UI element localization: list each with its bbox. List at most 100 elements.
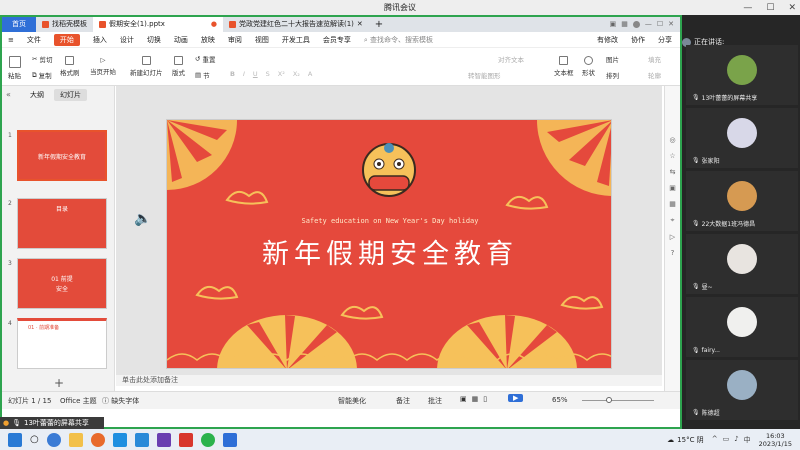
smartart-button[interactable]: 转智能图形 bbox=[468, 70, 501, 80]
comments-button[interactable]: 批注 bbox=[428, 396, 442, 406]
slide-thumbnail-2[interactable]: 目录 bbox=[17, 198, 107, 249]
textbox-button[interactable]: 文本框 bbox=[554, 56, 574, 77]
normal-view-icon[interactable]: ▣ bbox=[460, 395, 467, 403]
font-color-icon[interactable]: A bbox=[308, 70, 312, 78]
menu-start[interactable]: 开始 bbox=[53, 33, 80, 46]
template-icon[interactable]: ▦ bbox=[669, 200, 676, 208]
menu-developer[interactable]: 开发工具 bbox=[282, 35, 310, 45]
video-icon[interactable]: ▷ bbox=[670, 233, 675, 241]
new-tab-button[interactable]: + bbox=[369, 17, 389, 32]
vscode-icon[interactable] bbox=[134, 432, 149, 447]
beautify-button[interactable]: 智能美化 bbox=[338, 396, 366, 406]
grid-icon[interactable]: ▦ bbox=[621, 17, 628, 32]
format-painter-button[interactable]: 格式刷 bbox=[60, 56, 80, 77]
play-current-button[interactable]: ▷ 当页开始 bbox=[90, 56, 116, 76]
sorter-view-icon[interactable]: ▦ bbox=[472, 395, 479, 403]
participant-tile[interactable]: 🎙 昼~ bbox=[686, 234, 798, 294]
italic-icon[interactable]: I bbox=[243, 70, 245, 78]
slide-subtitle[interactable]: Safety education on New Year's Day holid… bbox=[167, 217, 611, 225]
animation-icon[interactable]: ☆ bbox=[669, 152, 675, 160]
section-button[interactable]: ▤ 节 bbox=[195, 70, 210, 80]
notes-button[interactable]: 备注 bbox=[396, 396, 410, 406]
menu-animation[interactable]: 动画 bbox=[174, 35, 188, 45]
tab-docer-templates[interactable]: 找稻壳模板 bbox=[36, 17, 93, 32]
paste-button[interactable]: 粘贴 bbox=[8, 56, 21, 80]
participant-tile[interactable]: 🎙 22大数据1班冯德昌 bbox=[686, 171, 798, 231]
tencent-meeting-icon[interactable] bbox=[222, 432, 237, 447]
wechat-icon[interactable] bbox=[200, 432, 215, 447]
play-slideshow-button[interactable]: ▶ bbox=[508, 394, 524, 402]
slide-canvas[interactable]: 🔈 Safety education on New Year's Day hol… bbox=[116, 86, 662, 384]
collapse-pane-icon[interactable]: « bbox=[6, 90, 11, 99]
participant-tile[interactable]: 🎙 张家阳 bbox=[686, 108, 798, 168]
superscript-icon[interactable]: X² bbox=[278, 70, 285, 78]
slide-thumbnail-3[interactable]: 01 前提 安全 bbox=[17, 258, 107, 309]
reset-button[interactable]: ↺ 重置 bbox=[195, 54, 215, 64]
help-icon[interactable]: ? bbox=[671, 249, 675, 257]
weather-widget[interactable]: ☁ 15°C 阴 bbox=[667, 435, 704, 445]
slide-title[interactable]: 新年假期安全教育 bbox=[167, 232, 611, 271]
close-tab-icon[interactable]: ✕ bbox=[357, 17, 363, 32]
slide-thumbnail-1[interactable]: 新年假期安全教育 bbox=[17, 130, 107, 181]
participant-tile[interactable]: 🎙 陈德超 bbox=[686, 360, 798, 420]
minimize-icon[interactable]: — bbox=[743, 3, 752, 13]
maximize-icon[interactable]: ☐ bbox=[766, 3, 774, 13]
slide-thumbnail-4[interactable]: 01 · 前期准备 bbox=[17, 318, 107, 369]
layout-icon[interactable]: ▣ bbox=[610, 17, 617, 32]
zoom-slider[interactable] bbox=[582, 400, 654, 401]
outline-button[interactable]: 轮廓 bbox=[648, 70, 661, 80]
strike-icon[interactable]: S bbox=[266, 70, 270, 78]
menu-file[interactable]: 文件 bbox=[27, 35, 41, 45]
subscript-icon[interactable]: X₂ bbox=[293, 70, 300, 78]
notes-field[interactable]: 单击此处添加备注 bbox=[116, 375, 662, 386]
speaker-icon[interactable]: ♪ bbox=[734, 435, 738, 445]
menu-insert[interactable]: 插入 bbox=[93, 35, 107, 45]
ime-icon[interactable]: 中 bbox=[744, 435, 751, 445]
style-icon[interactable]: ▣ bbox=[669, 184, 676, 192]
layout-button[interactable]: 版式 bbox=[172, 56, 185, 77]
minimize-icon[interactable]: — bbox=[645, 17, 652, 32]
close-icon[interactable]: ✕ bbox=[668, 17, 674, 32]
zoom-level[interactable]: 65% bbox=[552, 396, 568, 404]
menu-slideshow[interactable]: 放映 bbox=[201, 35, 215, 45]
bold-icon[interactable]: B bbox=[230, 70, 235, 78]
shape-button[interactable]: 形状 bbox=[582, 56, 595, 77]
underline-icon[interactable]: U bbox=[253, 70, 258, 78]
edge-icon[interactable] bbox=[46, 432, 61, 447]
tab-party-report[interactable]: 党政党建红色二十大报告速览解读(1) ✕ bbox=[223, 17, 369, 32]
tab-outline[interactable]: 大纲 bbox=[24, 89, 50, 101]
tab-home[interactable]: 首页 bbox=[2, 17, 36, 32]
share-button[interactable]: 分享 bbox=[658, 35, 672, 45]
user-avatar[interactable] bbox=[632, 21, 640, 28]
location-icon[interactable]: ⌖ bbox=[671, 216, 675, 225]
arrange-button[interactable]: 排列 bbox=[606, 70, 619, 80]
menu-review[interactable]: 审阅 bbox=[228, 35, 242, 45]
firefox-icon[interactable] bbox=[90, 432, 105, 447]
collaborate-button[interactable]: 协作 bbox=[631, 35, 645, 45]
screen-share-indicator[interactable]: ● 🎙 13叶蕾蕾的屏幕共享 bbox=[0, 417, 104, 429]
visual-studio-icon[interactable] bbox=[156, 432, 171, 447]
picture-button[interactable]: 图片 bbox=[606, 54, 619, 64]
copy-button[interactable]: ⧉ 复制 bbox=[32, 70, 52, 81]
modified-button[interactable]: 有修改 bbox=[597, 35, 618, 45]
maximize-icon[interactable]: ☐ bbox=[657, 17, 663, 32]
search-icon[interactable]: ○ bbox=[30, 434, 39, 445]
close-icon[interactable]: ✕ bbox=[788, 3, 796, 13]
network-icon[interactable]: ▭ bbox=[723, 435, 730, 445]
tab-holiday-safety[interactable]: 假期安全(1).pptx ● bbox=[93, 17, 223, 32]
menu-view[interactable]: 视图 bbox=[255, 35, 269, 45]
chevron-up-icon[interactable]: ^ bbox=[712, 435, 718, 445]
new-slide-button[interactable]: 新建幻灯片 bbox=[130, 56, 163, 77]
clock[interactable]: 16:03 2023/1/15 bbox=[759, 432, 792, 448]
slide-1[interactable]: Safety education on New Year's Day holid… bbox=[166, 119, 612, 369]
missing-font-button[interactable]: ⓘ 缺失字体 bbox=[102, 396, 139, 406]
hamburger-icon[interactable]: ≡ bbox=[8, 36, 14, 44]
property-icon[interactable]: ◎ bbox=[669, 136, 675, 144]
menu-design[interactable]: 设计 bbox=[120, 35, 134, 45]
add-slide-button[interactable]: + bbox=[54, 376, 64, 390]
menu-transition[interactable]: 切换 bbox=[147, 35, 161, 45]
cut-button[interactable]: ✂ 剪切 bbox=[32, 54, 52, 64]
participant-tile[interactable]: 🎙 fairy... bbox=[686, 297, 798, 357]
zoom-slider-thumb[interactable] bbox=[606, 397, 612, 403]
fill-button[interactable]: 填充 bbox=[648, 54, 661, 64]
